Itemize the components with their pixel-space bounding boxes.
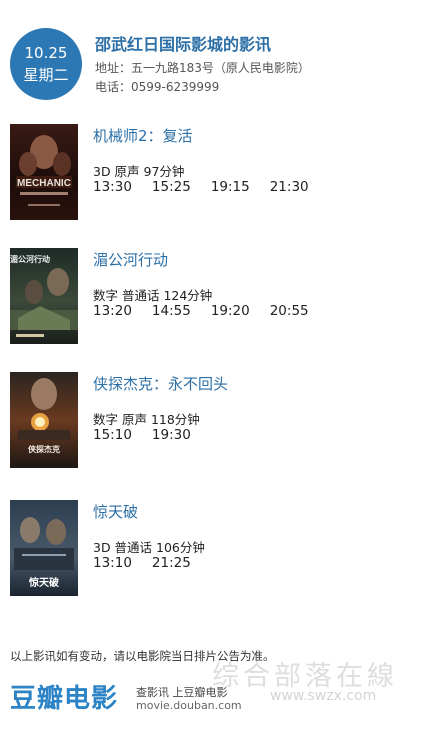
movie-title[interactable]: 侠探杰克：永不回头 [93, 373, 228, 394]
cinema-name[interactable]: 邵武红日国际影城的影讯 [95, 31, 271, 55]
showtimes: 13:10 21:25 [93, 555, 211, 571]
movie-item[interactable]: 惊天破 惊天破 3D 普通话 106分钟 13:10 21:25 [0, 500, 440, 600]
douban-movie-logo[interactable]: 豆瓣电影 [10, 678, 118, 715]
showtime[interactable]: 19:15 [211, 179, 250, 195]
movie-format: 数字 普通话 124分钟 [93, 288, 213, 303]
weekday: 星期二 [23, 66, 69, 84]
showtime[interactable]: 21:30 [270, 179, 309, 195]
showtime[interactable]: 21:25 [152, 555, 191, 571]
cinema-address: 地址：五一九路183号（原人民电影院） [95, 61, 310, 75]
date: 10.25 [24, 44, 68, 62]
movie-poster[interactable]: 湄公河行动 [10, 248, 78, 344]
poster-title: 惊天破 [29, 576, 59, 589]
showtime[interactable]: 14:55 [152, 303, 191, 319]
movie-format: 数字 原声 118分钟 [93, 412, 200, 427]
poster-title: MECHANIC [17, 178, 71, 189]
header: 10.25 星期二 邵武红日国际影城的影讯 地址：五一九路183号（原人民电影院… [0, 0, 440, 110]
movie-title[interactable]: 机械师2：复活 [93, 125, 193, 146]
showtimes: 15:10 19:30 [93, 427, 211, 443]
showtime[interactable]: 13:20 [93, 303, 132, 319]
showtime[interactable]: 19:30 [152, 427, 191, 443]
date-badge: 10.25 星期二 [10, 28, 82, 100]
movie-title[interactable]: 湄公河行动 [93, 249, 168, 270]
movie-format: 3D 普通话 106分钟 [93, 540, 205, 555]
movie-item[interactable]: 湄公河行动 湄公河行动 数字 普通话 124分钟 13:20 14:55 19:20… [0, 248, 440, 348]
movie-title[interactable]: 惊天破 [93, 501, 138, 522]
movie-item[interactable]: 侠探杰克 侠探杰克：永不回头 数字 原声 118分钟 15:10 19:30 [0, 372, 440, 472]
movie-poster[interactable]: MECHANIC [10, 124, 78, 220]
showtime[interactable]: 15:25 [152, 179, 191, 195]
poster-title: 湄公河行动 [10, 254, 50, 264]
poster-title: 侠探杰克 [28, 444, 60, 454]
movie-poster[interactable]: 侠探杰克 [10, 372, 78, 468]
showtime[interactable]: 13:10 [93, 555, 132, 571]
site-link[interactable]: movie.douban.com [136, 699, 242, 712]
showtimes: 13:30 15:25 19:15 21:30 [93, 179, 329, 195]
showtime[interactable]: 19:20 [211, 303, 250, 319]
showtime[interactable]: 13:30 [93, 179, 132, 195]
movie-poster[interactable]: 惊天破 [10, 500, 78, 596]
cinema-phone[interactable]: 电话：0599-6239999 [95, 78, 219, 95]
movie-format: 3D 原声 97分钟 [93, 164, 185, 179]
movie-item[interactable]: MECHANIC 机械师2：复活 3D 原声 97分钟 13:30 15:25 19… [0, 124, 440, 224]
watermark-en: www.swzx.com [270, 688, 377, 704]
showtimes: 13:20 14:55 19:20 20:55 [93, 303, 329, 319]
showtime[interactable]: 20:55 [270, 303, 309, 319]
showtime[interactable]: 15:10 [93, 427, 132, 443]
